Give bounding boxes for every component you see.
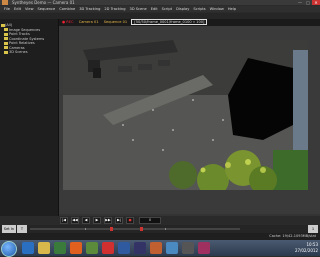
go-to-end-button[interactable]: ▶| [115, 216, 123, 224]
folder-icon [4, 41, 8, 45]
folder-icon [4, 50, 8, 54]
step-back-button[interactable]: ◀ [82, 216, 90, 224]
menu-bar: File Edit View Sequence Combine 3D Track… [0, 6, 320, 12]
menu-combine[interactable]: Combine [59, 6, 75, 12]
timeline: Set In T 1 [0, 225, 320, 233]
sequence-info: Sequence 01 [103, 20, 128, 24]
folder-icon [4, 37, 8, 41]
clip-range[interactable]: [50/50/frame_0001/frame_0100 » 100] [131, 19, 208, 25]
menu-3d-tracking[interactable]: 3D Tracking [79, 6, 100, 12]
status-row: Cache: 19/42-1093MB/stat [0, 233, 320, 240]
tree-item-3d-scenes[interactable]: 3D Scenes [0, 50, 58, 55]
app-icon-2[interactable] [102, 242, 114, 254]
menu-display[interactable]: Display [176, 6, 189, 12]
app-icon-6[interactable] [166, 242, 178, 254]
frame-number-field[interactable]: 0 [139, 216, 161, 224]
app-icon-4[interactable] [134, 242, 146, 254]
close-button[interactable]: ✕ [312, 0, 320, 5]
rec-indicator: ● REC [62, 20, 74, 24]
rewind-button[interactable]: ◀◀ [71, 216, 79, 224]
menu-scripts[interactable]: Scripts [193, 6, 205, 12]
menu-edit[interactable]: Edit [14, 6, 21, 12]
project-tree: (All) Image Sequences Point Tracks Coord… [0, 19, 59, 216]
menu-edit-2[interactable]: Edit [151, 6, 158, 12]
taskbar: 10:53 27/02/2012 [0, 240, 320, 257]
menu-view[interactable]: View [25, 6, 34, 12]
window-title: Syntheyes Demo — Camera 01 [12, 0, 75, 5]
start-button[interactable] [1, 241, 17, 257]
viewer-header: ● REC Camera 01 Sequence 01 [50/50/frame… [59, 19, 320, 26]
menu-sequence[interactable]: Sequence [38, 6, 56, 12]
menu-script[interactable]: Script [162, 6, 172, 12]
app-icon-3[interactable] [118, 242, 130, 254]
cache-status: Cache: 19/42-1093MB/stat [269, 234, 316, 238]
footage-frame[interactable] [63, 40, 308, 190]
menu-file[interactable]: File [4, 6, 10, 12]
maximize-button[interactable]: □ [304, 0, 312, 5]
internet-explorer-icon[interactable] [22, 242, 34, 254]
app-icon-1[interactable] [86, 242, 98, 254]
record-button[interactable]: ● [126, 216, 134, 224]
menu-window[interactable]: Window [210, 6, 224, 12]
transport-bar: |◀ ◀◀ ◀ ▶ ▶▶ ▶| ● 0 [0, 216, 320, 224]
go-to-start-button[interactable]: |◀ [60, 216, 68, 224]
menu-help[interactable]: Help [228, 6, 236, 12]
media-icon[interactable] [54, 242, 66, 254]
fast-forward-button[interactable]: ▶▶ [104, 216, 112, 224]
window-controls: — □ ✕ [296, 0, 320, 5]
folder-icon [4, 28, 8, 32]
menu-3d-scene[interactable]: 3D Scene [130, 6, 147, 12]
folder-icon [4, 32, 8, 36]
firefox-icon[interactable] [70, 242, 82, 254]
t-button[interactable]: T [17, 225, 27, 233]
folder-icon [1, 23, 5, 27]
folder-icon[interactable] [38, 242, 50, 254]
sequence-name: Camera 01 [78, 20, 99, 24]
timeline-track[interactable] [30, 227, 240, 231]
timeline-right-button[interactable]: 1 [308, 225, 318, 233]
menu-2d-tracking[interactable]: 2D Tracking [104, 6, 125, 12]
system-clock[interactable]: 10:53 27/02/2012 [295, 242, 318, 254]
app-icon [2, 0, 8, 5]
set-in-button[interactable]: Set In [2, 225, 16, 233]
app-icon-5[interactable] [150, 242, 162, 254]
app-icon-8[interactable] [198, 242, 210, 254]
folder-icon [4, 46, 8, 50]
play-button[interactable]: ▶ [93, 216, 101, 224]
minimize-button[interactable]: — [296, 0, 304, 5]
app-icon-7[interactable] [182, 242, 194, 254]
title-bar: Syntheyes Demo — Camera 01 — □ ✕ [0, 0, 320, 5]
